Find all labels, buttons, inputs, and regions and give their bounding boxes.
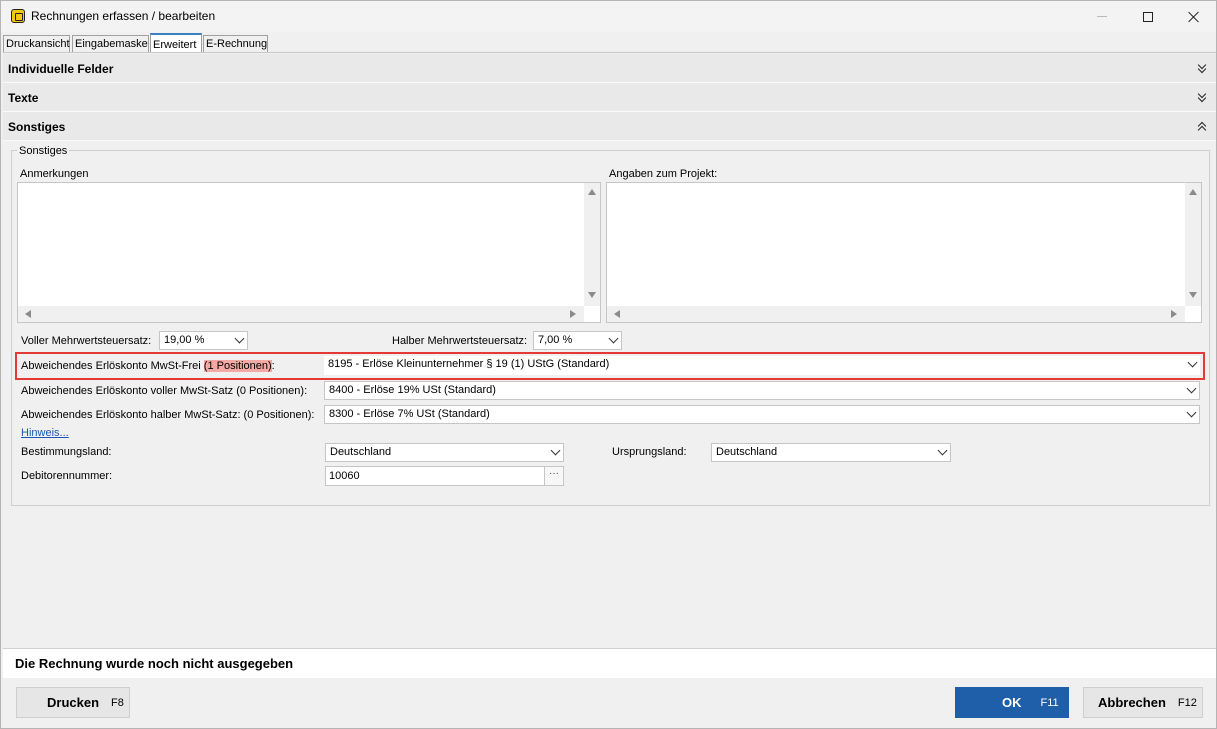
drucken-button[interactable]: Drucken F8 — [16, 687, 130, 718]
halber-mwst-select[interactable]: 7,00 % — [533, 331, 622, 350]
erloes-halb-value: 8300 - Erlöse 7% USt (Standard) — [329, 408, 490, 420]
abbrechen-shortcut: F12 — [1177, 696, 1197, 709]
section-title: Texte — [8, 91, 39, 105]
maximize-icon — [1143, 11, 1153, 22]
tab-erweitert[interactable]: Erweitert — [150, 33, 202, 52]
erloes-frei-colon: : — [271, 360, 275, 372]
section-sonstiges[interactable]: Sonstiges — [3, 112, 1216, 141]
minimize-icon — [1097, 16, 1107, 17]
drucken-label: Drucken — [47, 695, 100, 710]
app-logo-icon — [11, 9, 25, 23]
chevron-down-icon — [550, 445, 561, 456]
main-window: Rechnungen erfassen / bearbeiten Druckan… — [0, 0, 1217, 729]
halber-mwst-value: 7,00 % — [538, 334, 573, 346]
title-bar: Rechnungen erfassen / bearbeiten — [1, 1, 1216, 32]
drucken-shortcut: F8 — [111, 696, 124, 709]
close-button[interactable] — [1171, 1, 1217, 32]
projekt-label: Angaben zum Projekt: — [609, 168, 718, 180]
erloes-voll-label: Abweichendes Erlöskonto voller MwSt-Satz… — [21, 385, 308, 397]
ursprungsland-select[interactable]: Deutschland — [711, 443, 951, 462]
scroll-left-icon[interactable] — [25, 310, 31, 318]
scroll-up-icon[interactable] — [1189, 189, 1197, 195]
scroll-right-icon[interactable] — [1171, 310, 1177, 318]
erloes-voll-select[interactable]: 8400 - Erlöse 19% USt (Standard) — [324, 381, 1200, 400]
abbrechen-label: Abbrechen — [1098, 695, 1166, 710]
voller-mwst-value: 19,00 % — [164, 334, 205, 346]
voller-mwst-label: Voller Mehrwertsteuersatz: — [21, 335, 152, 347]
debitor-lookup-button[interactable]: ··· — [544, 466, 564, 486]
scroll-right-icon[interactable] — [570, 310, 576, 318]
erloes-frei-select[interactable]: 8195 - Erlöse Kleinunternehmer § 19 (1) … — [324, 356, 1200, 375]
chevron-down-icon — [1186, 383, 1197, 394]
chevron-down-icon — [608, 333, 619, 344]
anmerkungen-memo[interactable] — [17, 182, 601, 323]
vertical-scrollbar[interactable] — [1185, 183, 1201, 306]
status-area: Die Rechnung wurde noch nicht ausgegeben — [3, 648, 1216, 678]
chevron-down-icon — [1187, 357, 1198, 368]
debitor-input[interactable]: 10060 — [325, 466, 545, 486]
close-icon — [1188, 11, 1200, 23]
scroll-down-icon[interactable] — [588, 292, 596, 298]
section-individuelle-felder[interactable]: Individuelle Felder — [3, 54, 1216, 83]
expand-chevron-icon[interactable] — [1197, 60, 1208, 74]
ok-label: OK — [1002, 695, 1022, 710]
erloes-frei-positions: (1 Positionen) — [203, 360, 272, 372]
section-title: Sonstiges — [8, 120, 66, 134]
chevron-down-icon — [937, 445, 948, 456]
maximize-button[interactable] — [1125, 1, 1171, 32]
erloes-voll-value: 8400 - Erlöse 19% USt (Standard) — [329, 384, 496, 396]
bestimmungsland-label: Bestimmungsland: — [21, 446, 112, 458]
status-text: Die Rechnung wurde noch nicht ausgegeben — [15, 656, 294, 671]
horizontal-scrollbar[interactable] — [18, 306, 584, 322]
scroll-left-icon[interactable] — [614, 310, 620, 318]
scroll-up-icon[interactable] — [588, 189, 596, 195]
section-texte[interactable]: Texte — [3, 83, 1216, 112]
halber-mwst-label: Halber Mehrwertsteuersatz: — [392, 335, 528, 347]
erloes-halb-label: Abweichendes Erlöskonto halber MwSt-Satz… — [21, 409, 315, 421]
chevron-down-icon — [1186, 407, 1197, 418]
section-title: Individuelle Felder — [8, 62, 114, 76]
collapse-chevron-icon[interactable] — [1197, 120, 1208, 135]
window-title: Rechnungen erfassen / bearbeiten — [31, 9, 216, 23]
projekt-memo[interactable] — [606, 182, 1202, 323]
bestimmungsland-value: Deutschland — [330, 446, 392, 458]
anmerkungen-label: Anmerkungen — [20, 168, 89, 180]
voller-mwst-select[interactable]: 19,00 % — [159, 331, 248, 350]
erloes-frei-label-text: Abweichendes Erlöskonto MwSt-Frei — [21, 360, 204, 372]
tab-druckansicht[interactable]: Druckansicht — [3, 35, 70, 52]
bestimmungsland-select[interactable]: Deutschland — [325, 443, 564, 462]
scroll-down-icon[interactable] — [1189, 292, 1197, 298]
ursprungsland-label: Ursprungsland: — [612, 446, 687, 458]
expand-chevron-icon[interactable] — [1197, 89, 1208, 103]
vertical-scrollbar[interactable] — [584, 183, 600, 306]
horizontal-scrollbar[interactable] — [607, 306, 1185, 322]
groupbox-legend: Sonstiges — [17, 145, 70, 157]
abbrechen-button[interactable]: Abbrechen F12 — [1083, 687, 1203, 718]
ursprungsland-value: Deutschland — [716, 446, 778, 458]
tab-eingabemaske[interactable]: Eingabemaske — [72, 35, 149, 52]
tab-e-rechnung[interactable]: E-Rechnung — [203, 35, 268, 52]
ok-shortcut: F11 — [1040, 696, 1059, 709]
ok-button[interactable]: OK F11 — [955, 687, 1069, 718]
chevron-down-icon — [234, 333, 245, 344]
debitor-label: Debitorennummer: — [21, 470, 113, 482]
minimize-button[interactable] — [1079, 1, 1125, 32]
erloes-frei-value: 8195 - Erlöse Kleinunternehmer § 19 (1) … — [328, 358, 610, 370]
erloes-frei-label: Abweichendes Erlöskonto MwSt-Frei (1 Pos… — [21, 360, 275, 372]
hinweis-link[interactable]: Hinweis... — [21, 427, 69, 439]
erloes-halb-select[interactable]: 8300 - Erlöse 7% USt (Standard) — [324, 405, 1200, 424]
